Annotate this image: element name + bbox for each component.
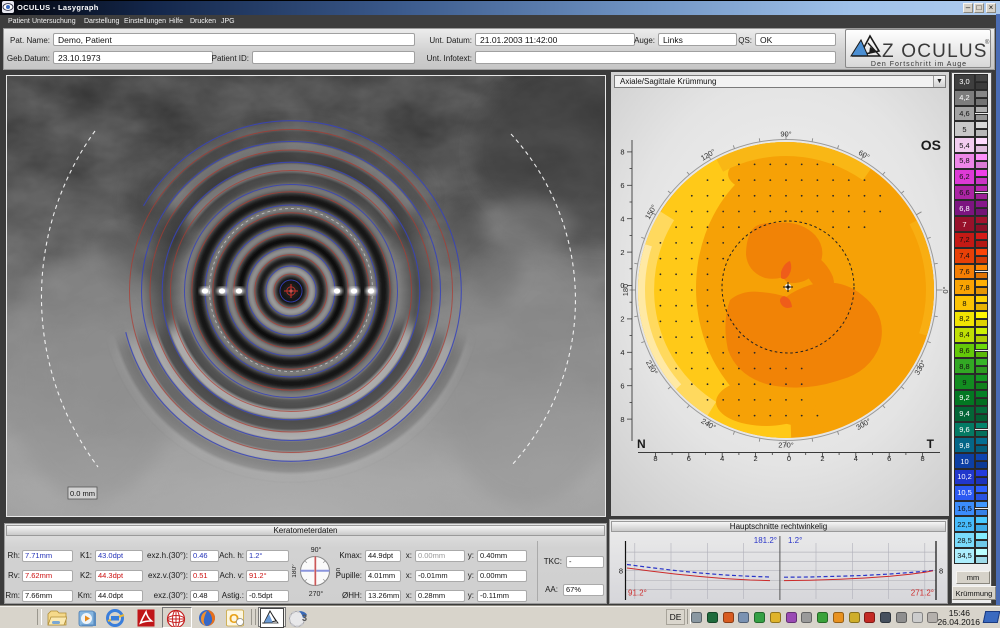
svg-text:150°: 150°: [643, 203, 659, 221]
svg-text:T: T: [927, 437, 935, 451]
svg-text:8: 8: [620, 415, 624, 424]
svg-text:270°: 270°: [309, 590, 324, 598]
svg-text:3: 3: [302, 613, 307, 623]
svg-text:6: 6: [687, 454, 691, 463]
svg-text:0: 0: [787, 454, 791, 463]
svg-text:270°: 270°: [778, 440, 794, 449]
svg-text:271.2°: 271.2°: [911, 589, 934, 598]
svg-text:0.0 mm: 0.0 mm: [70, 489, 95, 498]
svg-text:0: 0: [620, 281, 624, 290]
svg-text:4: 4: [720, 454, 724, 463]
svg-text:4: 4: [620, 348, 624, 357]
svg-text:0°: 0°: [334, 568, 340, 575]
svg-text:8: 8: [619, 567, 623, 576]
svg-text:2: 2: [620, 248, 624, 257]
svg-text:6: 6: [620, 381, 624, 390]
svg-text:120°: 120°: [699, 147, 717, 163]
svg-text:0°: 0°: [941, 286, 949, 293]
svg-text:8: 8: [939, 567, 943, 576]
svg-text:6: 6: [620, 181, 624, 190]
svg-text:6: 6: [887, 454, 891, 463]
svg-text:90°: 90°: [311, 546, 322, 554]
svg-text:91.2°: 91.2°: [628, 589, 647, 598]
svg-text:N: N: [637, 437, 646, 451]
svg-text:8: 8: [921, 454, 925, 463]
svg-text:4: 4: [620, 214, 624, 223]
svg-text:OS: OS: [921, 137, 941, 153]
svg-text:8: 8: [653, 454, 657, 463]
svg-text:60°: 60°: [857, 148, 871, 161]
svg-text:2: 2: [754, 454, 758, 463]
svg-text:Z OCULUS: Z OCULUS: [882, 41, 988, 62]
svg-text:Den Fortschritt im Auge: Den Fortschritt im Auge: [871, 61, 967, 68]
svg-text:1.2°: 1.2°: [788, 536, 802, 545]
svg-text:2: 2: [820, 454, 824, 463]
svg-text:2: 2: [620, 315, 624, 324]
svg-text:181.2°: 181.2°: [754, 536, 777, 545]
svg-text:90°: 90°: [780, 129, 791, 138]
svg-text:180°: 180°: [292, 564, 298, 578]
svg-text:8: 8: [620, 148, 624, 157]
svg-text:4: 4: [854, 454, 858, 463]
svg-text:®: ®: [985, 39, 990, 46]
